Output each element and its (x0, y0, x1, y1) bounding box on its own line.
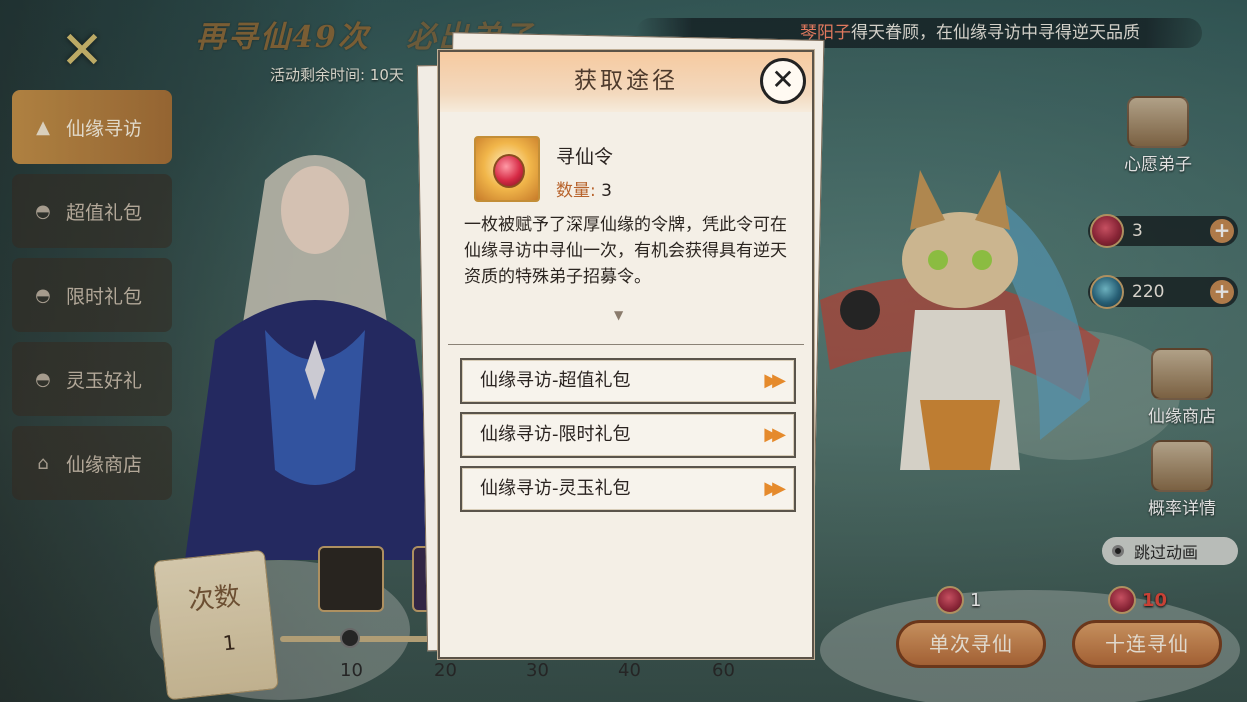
fast-forward-icon: ▶▶ (764, 478, 786, 499)
gem-icon (493, 154, 525, 188)
route-label: 仙缘寻访-限时礼包 (480, 424, 631, 445)
route-jade-pack-button[interactable]: 仙缘寻访-灵玉礼包 ▶▶ (460, 466, 796, 512)
route-label: 仙缘寻访-超值礼包 (480, 370, 631, 391)
close-icon[interactable]: ✕ (760, 58, 806, 104)
quantity-value: 3 (601, 181, 612, 201)
route-value-pack-button[interactable]: 仙缘寻访-超值礼包 ▶▶ (460, 358, 796, 404)
divider (448, 344, 804, 345)
fast-forward-icon: ▶▶ (764, 370, 786, 391)
quantity-label: 数量: (556, 181, 596, 201)
modal-title: 获取途径 (440, 52, 812, 112)
item-description: 一枚被赋予了深厚仙缘的令牌，凭此令可在仙缘寻访中寻仙一次，有机会获得具有逆天资质… (464, 215, 787, 287)
item-quantity: 数量: 3 (556, 176, 612, 201)
acquisition-modal: 获取途径 ✕ 寻仙令 数量: 3 一枚被赋予了深厚仙缘的令牌，凭此令可在仙缘寻访… (438, 50, 814, 659)
route-label: 仙缘寻访-灵玉礼包 (480, 478, 631, 499)
chevron-down-icon: ▼ (614, 308, 624, 322)
item-name: 寻仙令 (556, 146, 614, 168)
token-item-icon (474, 136, 540, 202)
fast-forward-icon: ▶▶ (764, 424, 786, 445)
route-limited-pack-button[interactable]: 仙缘寻访-限时礼包 ▶▶ (460, 412, 796, 458)
